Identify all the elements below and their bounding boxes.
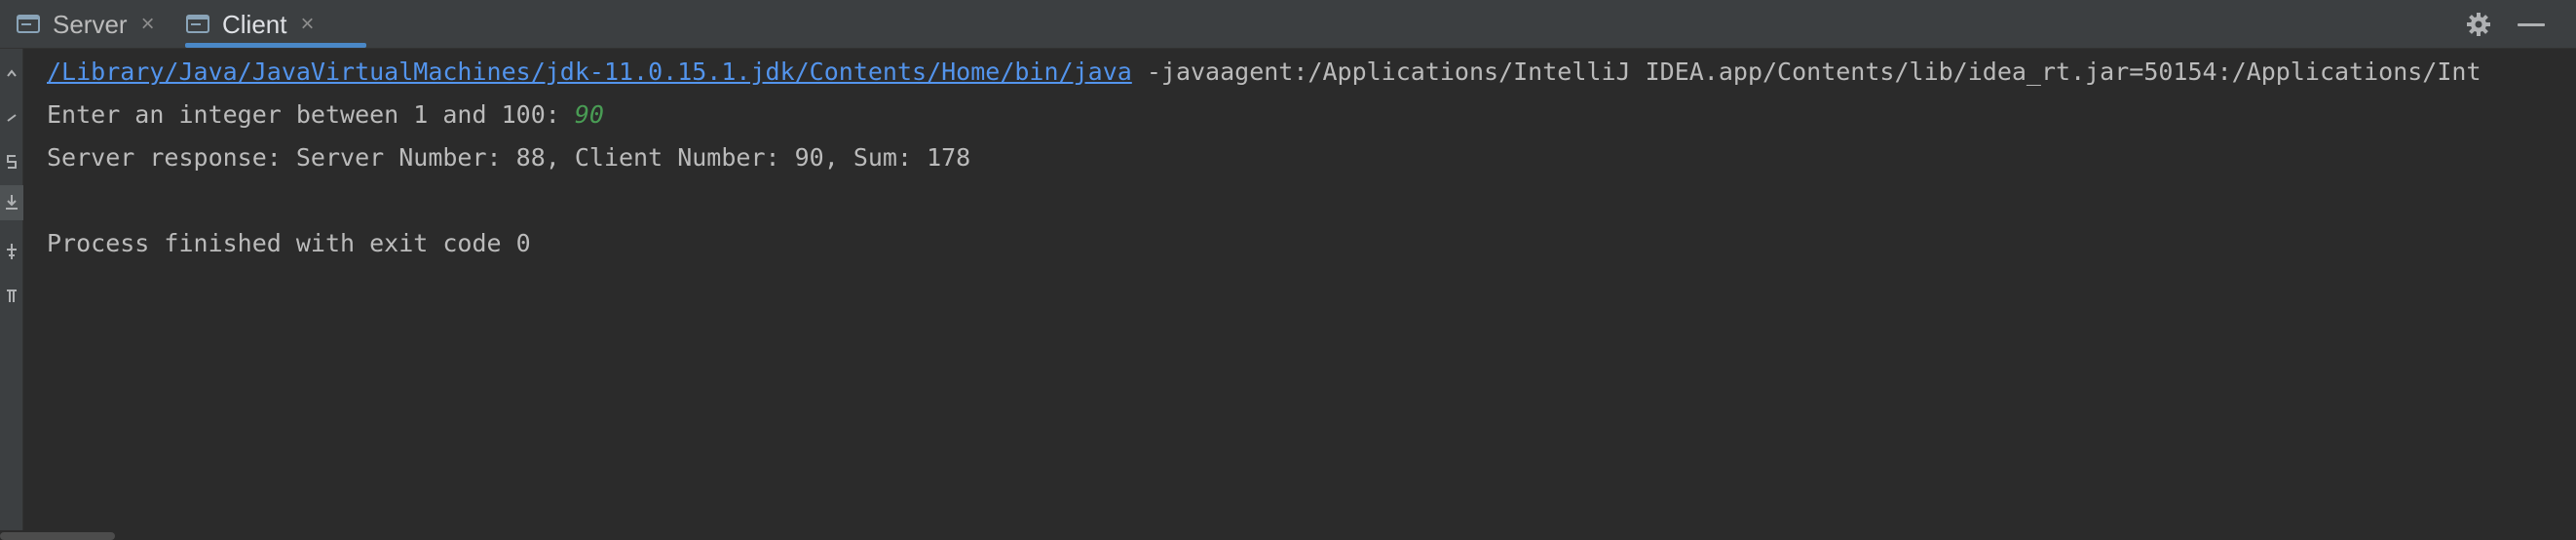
response-line: Server response: Server Number: 88, Clie…	[47, 143, 971, 172]
horizontal-scrollbar[interactable]	[0, 530, 2576, 540]
console-output[interactable]: /Library/Java/JavaVirtualMachines/jdk-11…	[23, 49, 2576, 530]
check-icon[interactable]	[0, 99, 23, 135]
trash-icon[interactable]	[0, 279, 23, 314]
close-icon[interactable]: ×	[141, 11, 155, 38]
minimize-icon[interactable]	[2518, 0, 2545, 49]
console-icon	[185, 13, 212, 36]
tab-server[interactable]: Server ×	[16, 0, 170, 49]
rerun-icon[interactable]	[0, 144, 23, 179]
console-sidebar	[0, 49, 23, 530]
tool-window-tabbar: Server × Client ×	[0, 0, 2576, 49]
command-arguments: -javaagent:/Applications/IntelliJ IDEA.a…	[1131, 58, 2481, 86]
prompt-line: Enter an integer between 1 and 100: 90	[47, 97, 604, 133]
arrow-up-icon[interactable]	[0, 57, 23, 92]
active-tab-indicator	[185, 43, 366, 48]
user-input-value: 90	[574, 100, 604, 129]
close-icon[interactable]: ×	[300, 11, 314, 38]
gear-icon[interactable]	[2465, 0, 2492, 49]
scroll-to-end-icon[interactable]	[0, 185, 23, 220]
tab-client[interactable]: Client ×	[185, 0, 366, 49]
prompt-text: Enter an integer between 1 and 100:	[47, 100, 575, 129]
exit-message: Process finished with exit code 0	[47, 229, 531, 257]
pin-icon[interactable]	[0, 234, 23, 269]
java-executable-link[interactable]: /Library/Java/JavaVirtualMachines/jdk-11…	[47, 58, 1132, 86]
tab-server-label: Server	[53, 9, 128, 39]
command-line: /Library/Java/JavaVirtualMachines/jdk-11…	[47, 55, 2481, 90]
scrollbar-thumb[interactable]	[0, 532, 115, 540]
tab-client-label: Client	[222, 9, 287, 39]
console-icon	[16, 13, 43, 36]
